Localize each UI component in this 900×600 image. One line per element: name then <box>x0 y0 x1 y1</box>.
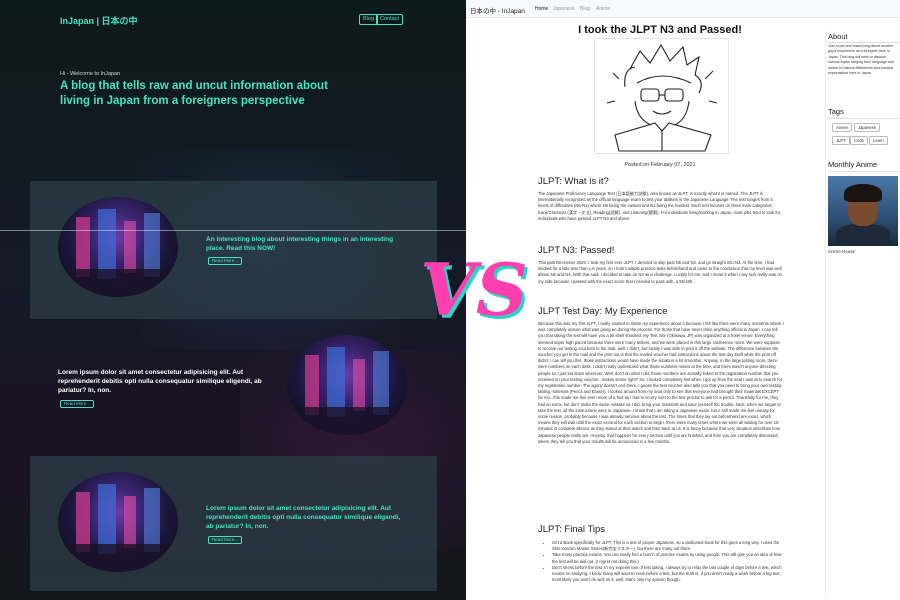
post-illustration <box>594 38 729 154</box>
divider-line <box>0 230 466 231</box>
card-text: Lorem ipsum dolor sit amet consectetur a… <box>58 369 262 394</box>
read-more-button[interactable]: Read More... <box>208 536 243 544</box>
sidebar-tags-heading: Tags <box>828 107 844 116</box>
blog-card: Lorem ipsum dolor sit amet consectetur a… <box>30 456 437 591</box>
card-text: Lorem ipsum dolor sit amet consectetur a… <box>206 505 401 530</box>
sidebar-rule <box>828 118 900 119</box>
dark-blog-screenshot: InJapan | 日本の中 Blog Contact Hi - Welcome… <box>0 0 466 600</box>
tag-anime[interactable]: Anime <box>832 123 852 132</box>
sidebar-divider <box>825 28 826 598</box>
anime-caption: Anime House <box>828 249 856 254</box>
section-body: The Japanese Proficiency Language Test (… <box>538 191 781 221</box>
sidebar-about-heading: About <box>828 32 848 41</box>
card-image <box>58 472 178 572</box>
nav-link-anime[interactable]: Anime <box>596 6 610 12</box>
blog-card: An interesting blog about interesting th… <box>30 181 437 319</box>
read-more-button[interactable]: Read More... <box>208 257 243 265</box>
hero-subtitle: Hi - Welcome to InJapan <box>60 71 121 77</box>
navbar-brand[interactable]: 日本の中 - InJapan <box>470 5 525 15</box>
post-title: I took the JLPT N3 and Passed! <box>578 24 742 36</box>
blog-card: Lorem ipsum dolor sit amet consectetur a… <box>30 330 437 440</box>
navbar: 日本の中 - InJapan Home Japanese Blog Anime <box>466 0 900 18</box>
sidebar-rule <box>828 171 900 172</box>
section-body: Because this was my first JLPT, I really… <box>538 321 784 444</box>
section-heading: JLPT N3: Passed! <box>538 245 615 256</box>
tag-jlpt[interactable]: JLPT <box>832 136 850 145</box>
tips-list: Get a Book specifically for JLPT. This i… <box>546 540 784 583</box>
tip-item: Take many practice exams. You can easily… <box>552 552 784 564</box>
section-heading: JLPT Test Day: My Experience <box>538 306 668 317</box>
section-heading: JLPT: What is it? <box>538 176 609 187</box>
nav-link-japanese[interactable]: Japanese <box>553 6 575 12</box>
nav-link-home[interactable]: Home <box>535 6 548 12</box>
nav-contact-button[interactable]: Contact <box>376 14 403 25</box>
hero-title: A blog that tells raw and uncut informat… <box>60 80 328 107</box>
section-body: This past December 2020, I took my first… <box>538 260 782 284</box>
tag-japanese[interactable]: Japanese <box>854 123 881 132</box>
tip-item: Get a Book specifically for JLPT. This i… <box>552 540 784 552</box>
card-text: An interesting blog about interesting th… <box>206 236 394 252</box>
post-date: Posted on February 07, 2021 <box>624 162 696 168</box>
card-image <box>287 335 407 435</box>
light-blog-screenshot: 日本の中 - InJapan Home Japanese Blog Anime … <box>466 0 900 600</box>
read-more-button[interactable]: Read More... <box>60 400 95 408</box>
sidebar-rule <box>828 42 900 43</box>
anime-sketch-icon <box>606 43 718 152</box>
card-image <box>58 197 178 297</box>
sidebar-about-text: Just a one and unicut blog about another… <box>828 44 894 76</box>
nav-link-blog[interactable]: Blog <box>580 6 590 12</box>
tag-code[interactable]: Code <box>850 136 869 145</box>
section-heading: JLPT: Final Tips <box>538 524 606 535</box>
site-title[interactable]: InJapan | 日本の中 <box>60 14 138 27</box>
sidebar-anime-heading: Monthly Anime <box>828 160 878 169</box>
monthly-anime-image[interactable] <box>828 176 898 246</box>
tag-learn[interactable]: Learn <box>869 136 888 145</box>
versus-label: VS <box>420 247 528 332</box>
tip-item: Don't stress before the test. In my expe… <box>552 565 784 584</box>
